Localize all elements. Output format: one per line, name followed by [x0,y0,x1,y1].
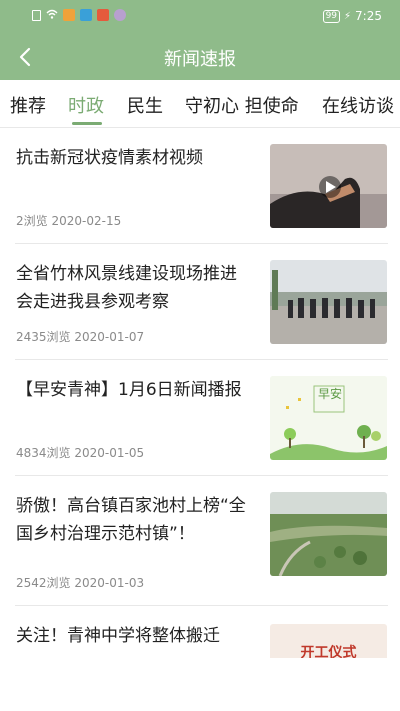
news-date: 2020-01-07 [74,330,145,344]
news-title: 抗击新冠状疫情素材视频 [16,148,203,168]
news-item[interactable]: 全省竹林风景线建设现场推进会走进我县参观考察 2435浏览 2020-01-07 [0,244,400,360]
news-meta: 2435浏览 2020-01-07 [16,328,144,345]
news-title: 全省竹林风景线建设现场推进会走进我县参观考察 [16,264,237,312]
news-date: 2020-01-05 [74,446,145,460]
news-date: 2020-02-15 [51,214,122,228]
page-title: 新闻速报 [164,49,236,70]
tab-politics[interactable]: 时政 [68,92,104,118]
app-header: 新闻速报 [0,34,400,80]
tab-interview[interactable]: 在线访谈 [322,92,394,118]
news-title: 关注！青神中学将整体搬迁 [16,626,220,646]
tab-recommend[interactable]: 推荐 [10,92,46,118]
status-icons [32,9,126,21]
news-date: 2020-01-03 [74,576,145,590]
tab-mission[interactable]: 守初心 担使命 [185,92,299,118]
sim-icon [32,9,41,21]
news-title: 【早安青神】1月6日新闻播报 [16,380,242,400]
app-icon [80,9,92,21]
news-thumbnail: 早安 [270,376,387,460]
news-thumbnail [270,492,387,576]
status-right: 99 ⚡ 7:25 [322,9,382,23]
news-item[interactable]: 关注！青神中学将整体搬迁 开工仪式 [0,606,400,711]
message-icon [63,9,75,21]
video-icon [97,9,109,21]
vpn-icon [114,9,126,21]
news-views: 2542浏览 [16,576,71,590]
status-bar: 99 ⚡ 7:25 [0,0,400,34]
news-views: 4834浏览 [16,446,71,460]
news-meta: 2542浏览 2020-01-03 [16,574,144,591]
news-item[interactable]: 抗击新冠状疫情素材视频 2浏览 2020-02-15 [0,128,400,244]
news-meta: 2浏览 2020-02-15 [16,212,121,229]
tab-livelihood[interactable]: 民生 [127,92,163,118]
battery-indicator: 99 [322,9,341,23]
news-title: 骄傲！高台镇百家池村上榜“全国乡村治理示范村镇”！ [16,496,246,544]
news-thumbnail [270,144,387,228]
news-views: 2435浏览 [16,330,71,344]
news-views: 2浏览 [16,214,48,228]
news-item[interactable]: 骄傲！高台镇百家池村上榜“全国乡村治理示范村镇”！ 2542浏览 2020-01… [0,476,400,606]
category-tabs: 推荐 时政 民生 守初心 担使命 在线访谈 [0,80,400,128]
news-thumbnail [270,260,387,344]
clock: 7:25 [355,9,382,23]
news-item[interactable]: 【早安青神】1月6日新闻播报 4834浏览 2020-01-05 早安 [0,360,400,476]
charging-icon: ⚡ [344,10,352,22]
news-meta: 4834浏览 2020-01-05 [16,444,144,461]
wifi-icon [46,9,58,21]
active-tab-indicator [72,122,102,125]
thumbnail-text: 早安 [317,387,342,401]
bottom-fade [0,658,400,711]
